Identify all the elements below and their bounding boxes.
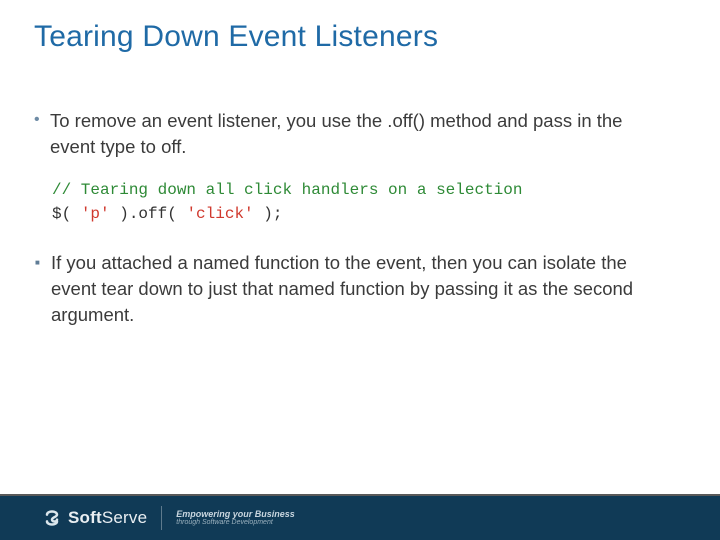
brand-name-part1: Soft xyxy=(68,508,102,527)
code-token: $( xyxy=(52,205,81,223)
footer-bar: SoftServe Empowering your Business throu… xyxy=(0,496,720,540)
bullet-dot-icon: • xyxy=(34,108,50,132)
code-comment: // Tearing down all click handlers on a … xyxy=(52,181,522,199)
bullet-square-icon: ■ xyxy=(34,250,51,276)
bullet-item: • To remove an event listener, you use t… xyxy=(34,108,660,160)
code-token: ); xyxy=(254,205,283,223)
code-token: ).off( xyxy=(110,205,187,223)
code-string: 'p' xyxy=(81,205,110,223)
brand-name: SoftServe xyxy=(68,508,147,528)
brand-tagline: Empowering your Business through Softwar… xyxy=(176,510,295,527)
brand-logo: SoftServe xyxy=(42,508,147,528)
code-line: $( 'p' ).off( 'click' ); xyxy=(52,202,660,226)
bullet-text: If you attached a named function to the … xyxy=(51,250,660,328)
bullet-item: ■ If you attached a named function to th… xyxy=(34,250,660,328)
code-block: // Tearing down all click handlers on a … xyxy=(52,178,660,226)
tagline-line2: through Software Development xyxy=(176,519,295,526)
brand-name-part2: Serve xyxy=(102,508,147,527)
slide: Tearing Down Event Listeners • To remove… xyxy=(0,0,720,540)
bullet-text: To remove an event listener, you use the… xyxy=(50,108,660,160)
code-string: 'click' xyxy=(186,205,253,223)
code-line: // Tearing down all click handlers on a … xyxy=(52,178,660,202)
footer-divider xyxy=(161,506,162,530)
softserve-mark-icon xyxy=(42,508,62,528)
slide-body: • To remove an event listener, you use t… xyxy=(34,108,660,336)
page-title: Tearing Down Event Listeners xyxy=(34,20,438,54)
tagline-line1: Empowering your Business xyxy=(176,510,295,519)
